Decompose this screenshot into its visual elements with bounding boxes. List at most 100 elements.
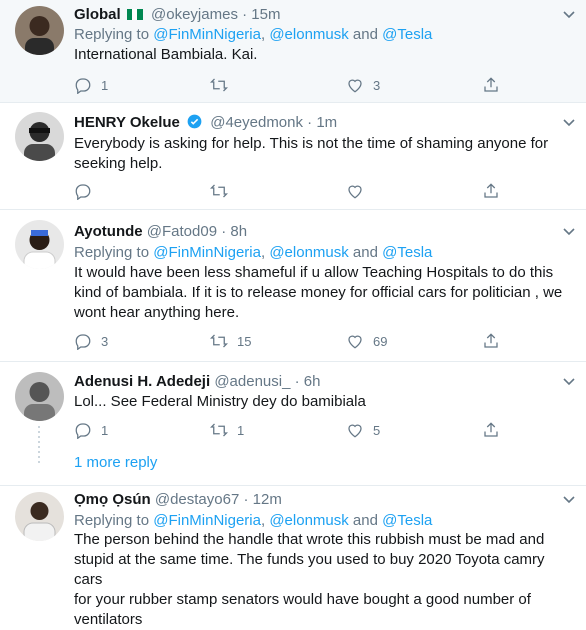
- thread-connector: [38, 426, 40, 466]
- reply-icon: [75, 334, 91, 350]
- handle[interactable]: @destayo67: [155, 491, 239, 508]
- retweet-icon: [210, 423, 228, 437]
- dot-separator: ·: [242, 6, 248, 23]
- share-icon: [484, 77, 498, 92]
- retweet-count: 1: [237, 422, 245, 438]
- chevron-down-icon[interactable]: [562, 225, 576, 239]
- chevron-down-icon[interactable]: [562, 493, 576, 507]
- timestamp[interactable]: 6h: [304, 373, 321, 390]
- tweet-text-line: seeking help.: [74, 155, 163, 172]
- display-name[interactable]: Ọmọ Ọsún: [74, 491, 151, 508]
- dot-separator: ·: [221, 223, 227, 240]
- heart-icon: [348, 185, 362, 199]
- retweet-icon: [210, 334, 228, 348]
- tweet-text: It would have been less shameful if u al…: [74, 263, 574, 323]
- tweet-omo-osun[interactable]: Ọmọ Ọsún @destayo67 · 12m Replying to @F…: [0, 486, 586, 628]
- retweet-button[interactable]: 1: [210, 420, 244, 440]
- tweet-adenusi[interactable]: Adenusi H. Adedeji @adenusi_ · 6h Lol...…: [0, 362, 586, 486]
- replying-to: Replying to @FinMinNigeria, @elonmusk an…: [74, 512, 433, 529]
- dot-separator: ·: [243, 491, 249, 508]
- share-button[interactable]: [482, 75, 500, 95]
- mention-link[interactable]: @FinMinNigeria: [153, 512, 261, 529]
- heart-icon: [348, 424, 362, 438]
- display-name[interactable]: HENRY Okelue: [74, 114, 180, 131]
- timestamp[interactable]: 1m: [316, 114, 337, 131]
- reply-button[interactable]: 3: [74, 331, 108, 351]
- reply-button[interactable]: [74, 181, 101, 201]
- display-name[interactable]: Adenusi H. Adedeji: [74, 373, 210, 390]
- reply-count: 1: [101, 77, 109, 93]
- handle[interactable]: @Fatod09: [147, 223, 217, 240]
- handle[interactable]: @okeyjames: [151, 6, 238, 23]
- tweet-text-line: It would have been less shameful if u al…: [74, 264, 554, 281]
- dot-separator: ·: [307, 114, 313, 131]
- like-count: 3: [373, 77, 381, 93]
- display-name[interactable]: Ayotunde: [74, 223, 143, 240]
- retweet-icon: [210, 184, 228, 198]
- tweet-text: The person behind the handle that wrote …: [74, 530, 574, 630]
- handle[interactable]: @4eyedmonk: [210, 114, 303, 131]
- mention-link[interactable]: @elonmusk: [269, 512, 348, 529]
- heart-icon: [348, 335, 362, 349]
- reply-button[interactable]: 1: [74, 420, 108, 440]
- tweet-text: International Bambiala. Kai.: [74, 46, 258, 63]
- tweet-text-line: Everybody is asking for help. This is no…: [74, 135, 549, 152]
- display-name[interactable]: Global: [74, 6, 121, 23]
- mention-link[interactable]: @FinMinNigeria: [153, 26, 261, 43]
- mention-link[interactable]: @elonmusk: [269, 244, 348, 261]
- like-button[interactable]: [346, 181, 373, 201]
- timestamp[interactable]: 15m: [251, 6, 280, 23]
- handle[interactable]: @adenusi_: [214, 373, 290, 390]
- retweet-button[interactable]: [210, 181, 237, 201]
- tweet-henry[interactable]: HENRY Okelue @4eyedmonk · 1m Everybody i…: [0, 103, 586, 210]
- tweet-text-line: ventilators: [74, 611, 143, 628]
- share-button[interactable]: [482, 331, 500, 351]
- tweet-ayotunde[interactable]: Ayotunde @Fatod09 · 8h Replying to @FinM…: [0, 210, 586, 362]
- like-count: 69: [373, 333, 388, 349]
- reply-icon: [75, 423, 91, 439]
- mention-link[interactable]: @Tesla: [382, 512, 432, 529]
- share-icon: [484, 333, 498, 348]
- retweet-count: 15: [237, 333, 252, 349]
- nigeria-flag-icon: [126, 7, 143, 20]
- dot-separator: ·: [294, 373, 300, 390]
- mention-link[interactable]: @Tesla: [382, 244, 432, 261]
- avatar[interactable]: [15, 372, 64, 421]
- share-button[interactable]: [482, 181, 500, 201]
- tweet-text: Everybody is asking for help. This is no…: [74, 134, 574, 174]
- like-button[interactable]: 3: [346, 75, 380, 95]
- avatar[interactable]: [15, 112, 64, 161]
- replying-to: Replying to @FinMinNigeria, @elonmusk an…: [74, 26, 433, 43]
- mention-link[interactable]: @FinMinNigeria: [153, 244, 261, 261]
- reply-count: 3: [101, 333, 109, 349]
- tweet-global[interactable]: Global @okeyjames · 15m Replying to @Fin…: [0, 0, 586, 103]
- mention-link[interactable]: @elonmusk: [269, 26, 348, 43]
- retweet-button[interactable]: 15: [210, 331, 251, 351]
- mention-link[interactable]: @Tesla: [382, 26, 432, 43]
- share-button[interactable]: [482, 420, 500, 440]
- like-button[interactable]: 5: [346, 420, 380, 440]
- show-more-replies-link[interactable]: 1 more reply: [74, 454, 157, 471]
- verified-badge-icon: [187, 114, 202, 129]
- tweet-text-line: stupid at the same time. The funds you u…: [74, 551, 545, 588]
- heart-icon: [348, 79, 362, 93]
- timestamp[interactable]: 12m: [253, 491, 282, 508]
- reply-button[interactable]: 1: [74, 75, 108, 95]
- retweet-icon: [210, 78, 228, 92]
- like-count: 5: [373, 422, 381, 438]
- avatar[interactable]: [15, 6, 64, 55]
- tweet-text-line: kind of bambiala. If it is to release mo…: [74, 284, 563, 301]
- chevron-down-icon[interactable]: [562, 8, 576, 22]
- like-button[interactable]: 69: [346, 331, 387, 351]
- timestamp[interactable]: 8h: [230, 223, 247, 240]
- avatar[interactable]: [15, 220, 64, 269]
- tweet-text-line: The person behind the handle that wrote …: [74, 531, 545, 548]
- share-icon: [484, 422, 498, 437]
- chevron-down-icon[interactable]: [562, 375, 576, 389]
- reply-icon: [75, 184, 91, 200]
- tweet-text: Lol... See Federal Ministry dey do bamib…: [74, 393, 366, 410]
- tweet-text-line: for your rubber stamp senators would hav…: [74, 591, 531, 608]
- avatar[interactable]: [15, 492, 64, 541]
- chevron-down-icon[interactable]: [562, 116, 576, 130]
- retweet-button[interactable]: [210, 75, 237, 95]
